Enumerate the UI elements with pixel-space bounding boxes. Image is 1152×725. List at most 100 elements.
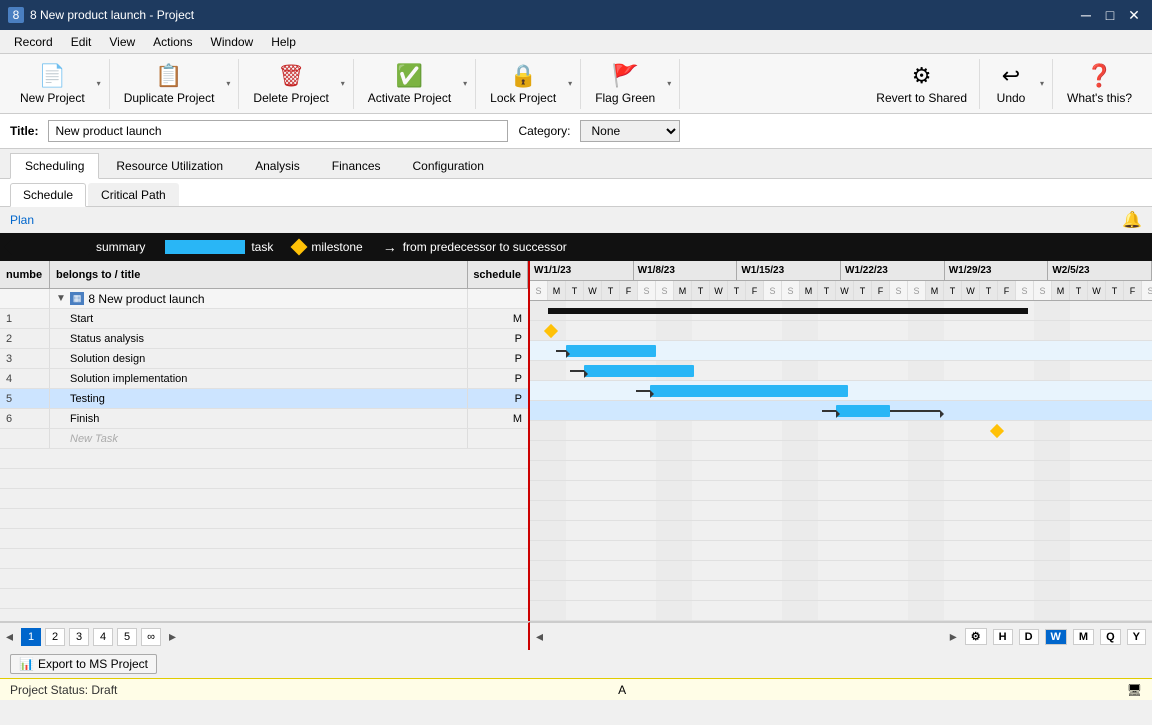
delete-icon: 🗑 [277,63,305,89]
view-btn-y[interactable]: Y [1127,629,1146,645]
export-ms-project-button[interactable]: 📊 Export to MS Project [10,654,157,674]
task-row-3[interactable]: 3 Solution design P [0,349,528,369]
minimize-button[interactable]: ─ [1076,5,1096,25]
duplicate-project-button[interactable]: 📋 Duplicate Project [116,60,223,108]
maximize-button[interactable]: □ [1100,5,1120,25]
row-belongs-5: Testing [50,389,468,408]
gantt-day-19: F [872,281,890,301]
duplicate-dropdown[interactable]: ▾ [222,60,234,108]
menu-record[interactable]: Record [6,33,61,51]
legend-bar: summary task milestone → from predecesso… [0,233,1152,261]
gantt-body[interactable] [530,301,1152,621]
gantt-week-1: W1/1/23 [530,261,634,280]
activate-project-button[interactable]: ✅ Activate Project [360,60,459,108]
task-row-2[interactable]: 2 Status analysis P [0,329,528,349]
view-btn-q[interactable]: Q [1100,629,1121,645]
row-belongs-4: Solution implementation [50,369,468,388]
app-icon: 8 [8,7,24,23]
page-btn-5[interactable]: 5 [117,628,137,646]
gantt-week-2: W1/8/23 [634,261,738,280]
tab-row-1: Scheduling Resource Utilization Analysis… [0,149,1152,179]
menu-window[interactable]: Window [203,33,262,51]
title-input[interactable] [48,120,508,142]
page-btn-3[interactable]: 3 [69,628,89,646]
connector-3 [636,390,650,392]
task-row-new[interactable]: New Task [0,429,528,449]
new-project-dropdown[interactable]: ▾ [93,60,105,108]
task-row-1[interactable]: 1 Start M [0,309,528,329]
menu-view[interactable]: View [101,33,143,51]
row-num-3: 3 [0,349,50,368]
task-row-parent[interactable]: ▼ ▦ 8 New product launch [0,289,528,309]
view-btn-h[interactable]: H [993,629,1013,645]
menu-actions[interactable]: Actions [145,33,200,51]
revert-icon: ⚙ [912,63,932,89]
tab-configuration[interactable]: Configuration [398,153,499,178]
task-rows: ▼ ▦ 8 New product launch 1 Start M 2 Sta… [0,289,528,621]
row-belongs-3: Solution design [50,349,468,368]
task-list: numbe belongs to / title schedule ▼ ▦ 8 … [0,261,530,621]
gantt-nav-right[interactable]: ▸ [950,628,957,645]
row-belongs-2: Status analysis [50,329,468,348]
tab-schedule[interactable]: Schedule [10,183,86,207]
nav-right-arrow[interactable]: ▸ [169,628,176,645]
whats-this-button[interactable]: ❓ What's this? [1059,60,1140,108]
row-schedule-parent [468,289,528,308]
flag-dropdown[interactable]: ▾ [663,60,675,108]
view-btn-m[interactable]: M [1073,629,1094,645]
gantt-day-31: W [1088,281,1106,301]
page-btn-inf[interactable]: ∞ [141,628,161,646]
gantt-day-5: F [620,281,638,301]
flag-green-button[interactable]: 🚩 Flag Green [587,60,663,108]
lock-dropdown[interactable]: ▾ [564,60,576,108]
view-btn-w[interactable]: W [1045,629,1067,645]
view-btn-d[interactable]: D [1019,629,1039,645]
gantt-day-21: S [908,281,926,301]
task-row-5[interactable]: 5 Testing P [0,389,528,409]
gantt-days: SMTWTFSSMTWTFSSMTWTFSSMTWTFSSMTWTFSSMTWT… [530,281,1152,301]
gantt-day-29: M [1052,281,1070,301]
gantt-day-30: T [1070,281,1088,301]
tab-finances[interactable]: Finances [317,153,396,178]
tab-scheduling[interactable]: Scheduling [10,153,99,179]
gantt-day-20: S [890,281,908,301]
delete-project-button[interactable]: 🗑 Delete Project [245,60,336,108]
view-btn-gear[interactable]: ⚙ [965,628,987,645]
row-schedule-5: P [468,389,528,408]
close-button[interactable]: ✕ [1124,5,1144,25]
task-row-6[interactable]: 6 Finish M [0,409,528,429]
nav-left-arrow[interactable]: ◂ [6,628,13,645]
category-select[interactable]: None [580,120,680,142]
gantt-day-11: T [728,281,746,301]
gantt-row-e1 [530,461,1152,481]
gantt-week-6: W2/5/23 [1048,261,1152,280]
menu-edit[interactable]: Edit [63,33,100,51]
gantt-day-7: S [656,281,674,301]
row-schedule-3: P [468,349,528,368]
undo-button[interactable]: ↩ Undo [986,60,1036,108]
page-btn-4[interactable]: 4 [93,628,113,646]
gantt-nav-left[interactable]: ◂ [536,628,543,645]
gantt-day-25: T [980,281,998,301]
tab-resource-utilization[interactable]: Resource Utilization [101,153,238,178]
gantt-row-e2 [530,481,1152,501]
gantt-panel: W1/1/23 W1/8/23 W1/15/23 W1/22/23 W1/29/… [530,261,1152,621]
page-btn-2[interactable]: 2 [45,628,65,646]
undo-dropdown[interactable]: ▾ [1036,60,1048,108]
plan-link[interactable]: Plan [10,213,34,227]
new-project-button[interactable]: 📄 New Project [12,60,93,108]
revert-button[interactable]: ⚙ Revert to Shared [868,60,975,108]
delete-dropdown[interactable]: ▾ [337,60,349,108]
gantt-day-24: W [962,281,980,301]
task-row-4[interactable]: 4 Solution implementation P [0,369,528,389]
menu-help[interactable]: Help [263,33,304,51]
gantt-day-23: T [944,281,962,301]
expand-icon[interactable]: ▼ [56,293,66,304]
tab-critical-path[interactable]: Critical Path [88,183,179,206]
toolbar: 📄 New Project ▾ 📋 Duplicate Project ▾ 🗑 … [0,54,1152,114]
page-btn-1[interactable]: 1 [21,628,41,646]
tab-analysis[interactable]: Analysis [240,153,315,178]
activate-dropdown[interactable]: ▾ [459,60,471,108]
lock-project-button[interactable]: 🔒 Lock Project [482,60,564,108]
gantt-row-3 [530,361,1152,381]
